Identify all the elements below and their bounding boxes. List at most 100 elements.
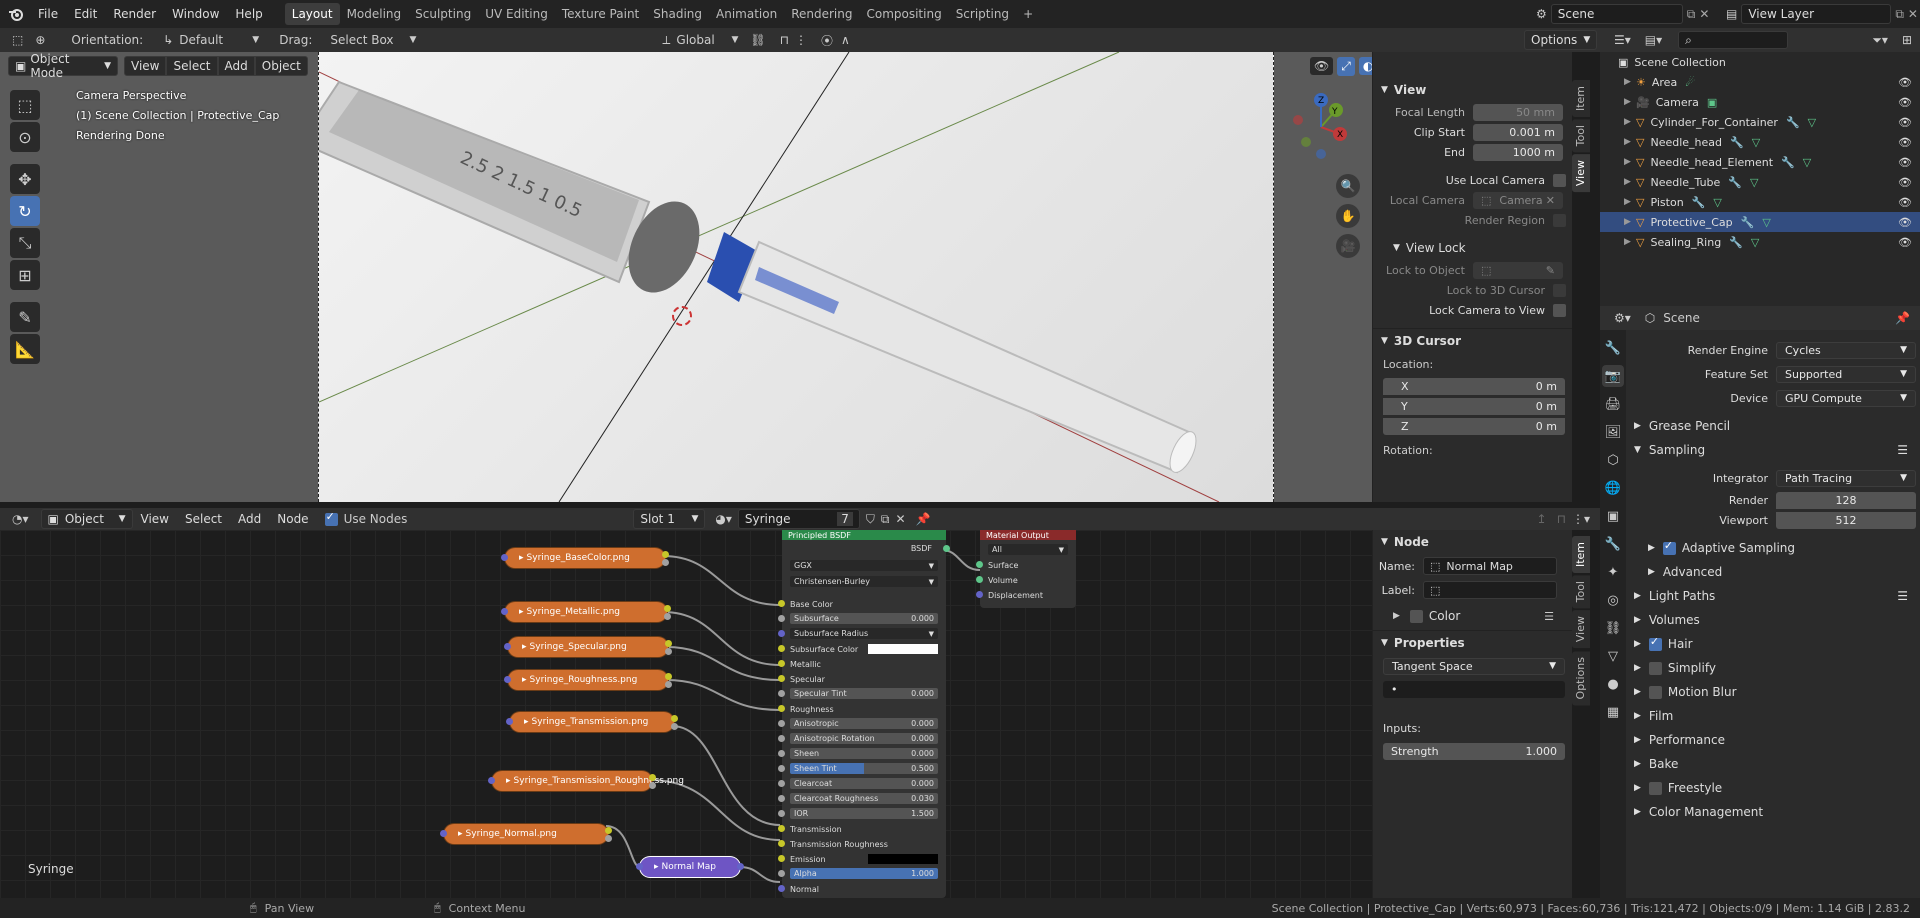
expand-icon[interactable]: ▶ bbox=[1624, 117, 1636, 127]
bsdf-input[interactable]: Transmission Roughness bbox=[778, 838, 938, 850]
navigation-gizmo[interactable]: Y X Z bbox=[1286, 92, 1356, 162]
color-output-socket[interactable] bbox=[664, 605, 671, 612]
eyedropper-icon[interactable]: ✎ bbox=[1546, 264, 1555, 277]
color-swatch[interactable] bbox=[868, 644, 938, 654]
tab-layout[interactable]: Layout bbox=[284, 3, 340, 25]
node-editor-canvas[interactable]: ▸ Syringe_BaseColor.png ▸ Syringe_Metallic.… bbox=[0, 530, 1372, 898]
expand-node-icon[interactable]: ▸ bbox=[654, 862, 659, 872]
outliner-editor-type-icon[interactable]: ☰▾ bbox=[1614, 33, 1631, 47]
freestyle-panel[interactable]: ▶ Freestyle bbox=[1626, 776, 1920, 800]
outliner-item[interactable]: ▶ ▽ Needle_Tube 🔧 ▽ 👁 bbox=[1600, 172, 1920, 192]
node-menu-add[interactable]: Add bbox=[230, 507, 269, 531]
material-output-node[interactable]: Material Output All ▼ Surface Volume Disp… bbox=[976, 530, 1076, 608]
cursor-tool-icon[interactable]: ⊙ bbox=[10, 122, 40, 152]
world-props-icon[interactable]: 🌐 bbox=[1602, 477, 1624, 499]
new-collection-icon[interactable]: ⊞ bbox=[1902, 33, 1912, 47]
list-icon[interactable]: ☰ bbox=[1897, 589, 1908, 603]
clip-start-field[interactable]: 0.001 m bbox=[1473, 123, 1563, 141]
modifier-icon[interactable]: 🔧 bbox=[1781, 156, 1795, 169]
physics-props-icon[interactable]: ◎ bbox=[1602, 589, 1624, 611]
displacement-input-socket[interactable] bbox=[976, 591, 983, 598]
subsurface-method-dropdown[interactable]: Christensen-Burley ▼ bbox=[790, 576, 938, 587]
bsdf-input-socket[interactable] bbox=[778, 795, 785, 802]
use-nodes-checkbox[interactable] bbox=[324, 510, 338, 526]
tab-rendering[interactable]: Rendering bbox=[784, 3, 859, 25]
select-box-tool-icon[interactable]: ⬚ bbox=[10, 90, 40, 120]
modifier-props-icon[interactable]: 🔧 bbox=[1602, 533, 1624, 555]
expand-icon[interactable]: ▶ bbox=[1624, 197, 1636, 207]
tool-props-icon[interactable]: 🔧 bbox=[1602, 337, 1624, 359]
bsdf-input-socket[interactable] bbox=[778, 675, 785, 682]
bsdf-input[interactable]: Normal bbox=[778, 883, 938, 895]
principled-bsdf-node[interactable]: Principled BSDF BSDF GGX ▼ Christensen-Bu… bbox=[778, 530, 950, 898]
vector-input-socket[interactable] bbox=[501, 608, 508, 615]
visibility-eye-icon[interactable]: 👁 bbox=[1898, 176, 1912, 189]
visibility-eye-icon[interactable]: 👁 bbox=[1898, 116, 1912, 129]
orientation-dropdown[interactable]: ↳ Default ▼ bbox=[163, 33, 259, 47]
bsdf-input[interactable]: Clearcoat Roughness 0.030 bbox=[778, 793, 938, 804]
focal-length-field[interactable]: 50 mm bbox=[1473, 103, 1563, 121]
expand-icon[interactable]: ▶ bbox=[1624, 77, 1636, 87]
filter-icon[interactable]: ⏷▾ bbox=[1872, 33, 1888, 48]
color-output-socket[interactable] bbox=[671, 715, 678, 722]
mode-dropdown[interactable]: ▣ Object Mode ▼ bbox=[8, 52, 118, 80]
rotate-tool-icon[interactable]: ↻ bbox=[10, 196, 40, 226]
node-color-checkbox[interactable] bbox=[1409, 609, 1423, 623]
expand-icon[interactable]: ▶ bbox=[1624, 237, 1636, 247]
tab-scripting[interactable]: Scripting bbox=[949, 3, 1016, 25]
menu-view[interactable]: View bbox=[124, 56, 167, 76]
expand-icon[interactable]: ▶ bbox=[1624, 217, 1636, 227]
material-name-field[interactable]: Syringe 7 bbox=[737, 509, 860, 529]
drag-dropdown[interactable]: Select Box ▼ bbox=[330, 33, 416, 47]
properties-panel-header[interactable]: ▼ Properties bbox=[1373, 630, 1572, 654]
mesh-data-icon[interactable]: ▽ bbox=[1713, 196, 1721, 209]
bsdf-input[interactable]: Emission bbox=[778, 853, 938, 865]
vector-input-socket[interactable] bbox=[504, 676, 511, 683]
uv-map-field[interactable]: • bbox=[1383, 680, 1565, 698]
duplicate-material-icon[interactable]: ⧉ bbox=[881, 512, 890, 527]
render-region-checkbox[interactable] bbox=[1553, 213, 1566, 227]
outliner-item[interactable]: ▶ ▽ Cylinder_For_Container 🔧 ▽ 👁 bbox=[1600, 112, 1920, 132]
node-name-field[interactable]: ⬚ Normal Map bbox=[1423, 557, 1557, 575]
bsdf-input[interactable]: IOR 1.500 bbox=[778, 808, 938, 819]
surface-input-socket[interactable] bbox=[976, 561, 983, 568]
mesh-data-icon[interactable]: ▽ bbox=[1750, 176, 1758, 189]
bsdf-input-socket[interactable] bbox=[778, 600, 785, 607]
clip-end-field[interactable]: 1000 m bbox=[1473, 143, 1563, 161]
alpha-output-socket[interactable] bbox=[649, 782, 656, 789]
outliner-item[interactable]: ▶ ▽ Needle_head_Element 🔧 ▽ 👁 bbox=[1600, 152, 1920, 172]
visibility-eye-icon[interactable]: 👁 bbox=[1898, 156, 1912, 169]
bsdf-input[interactable]: Alpha 1.000 bbox=[778, 868, 938, 879]
motion-blur-panel[interactable]: ▶ Motion Blur bbox=[1626, 680, 1920, 704]
fake-user-icon[interactable]: ⛉ bbox=[866, 512, 875, 527]
alpha-output-socket[interactable] bbox=[665, 648, 672, 655]
vector-input-socket[interactable] bbox=[488, 777, 495, 784]
bsdf-input[interactable]: Base Color bbox=[778, 598, 938, 610]
bsdf-output-socket[interactable] bbox=[943, 545, 950, 552]
cursor-y-field[interactable]: Y 0 m bbox=[1383, 397, 1565, 415]
list-icon[interactable]: ☰ bbox=[1897, 443, 1908, 457]
node-panel-header[interactable]: ▼ Node bbox=[1373, 530, 1572, 554]
snap-target-node-icon[interactable]: ⋮▾ bbox=[1572, 512, 1590, 526]
transform-tool-icon[interactable]: ⊞ bbox=[10, 260, 40, 290]
menu-edit[interactable]: Edit bbox=[66, 0, 105, 28]
normal-map-output-socket[interactable] bbox=[737, 863, 744, 870]
expand-node-icon[interactable]: ▸ bbox=[522, 642, 527, 652]
alpha-output-socket[interactable] bbox=[671, 723, 678, 730]
bsdf-input-socket[interactable] bbox=[778, 855, 785, 862]
freestyle-checkbox[interactable] bbox=[1648, 781, 1662, 795]
snap-node-icon[interactable]: ⊓ bbox=[1557, 512, 1566, 526]
visibility-eye-icon[interactable]: 👁 bbox=[1898, 76, 1912, 89]
vector-input-socket[interactable] bbox=[506, 718, 513, 725]
lock-to-object-field[interactable]: ⬚ ✎ bbox=[1473, 261, 1563, 279]
modifier-icon[interactable]: 🔧 bbox=[1729, 236, 1743, 249]
visibility-eye-icon[interactable]: 👁 bbox=[1898, 196, 1912, 209]
menu-file[interactable]: File bbox=[30, 0, 66, 28]
bsdf-input-socket[interactable] bbox=[778, 765, 785, 772]
bsdf-input[interactable]: Specular bbox=[778, 673, 938, 685]
node-label-field[interactable]: ⬚ bbox=[1423, 581, 1557, 599]
bsdf-input[interactable]: Clearcoat 0.000 bbox=[778, 778, 938, 789]
cursor-z-field[interactable]: Z 0 m bbox=[1383, 417, 1565, 435]
hair-checkbox[interactable] bbox=[1648, 635, 1662, 651]
normal-space-dropdown[interactable]: Tangent Space ▼ bbox=[1383, 657, 1565, 675]
